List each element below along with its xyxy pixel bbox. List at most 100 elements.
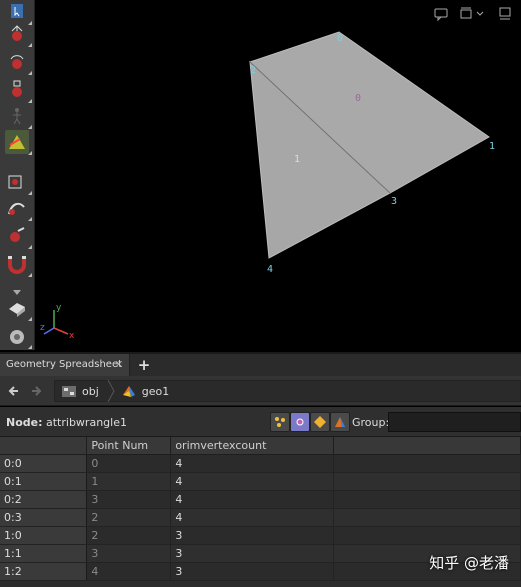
vertex-count-cell: 4 — [170, 454, 335, 473]
close-tab-icon[interactable]: × — [115, 359, 123, 370]
table-row[interactable]: 0:3 2 4 — [0, 508, 521, 527]
tool-menu-corner — [28, 273, 32, 277]
row-id: 0:2 — [0, 490, 88, 509]
primitive-label: 1 — [294, 154, 300, 165]
tool-rotate-handle[interactable] — [5, 50, 32, 75]
tool-scale-handle[interactable] — [5, 78, 32, 103]
tool-menu-corner — [28, 151, 32, 155]
node-label-prefix: Node: — [6, 416, 43, 429]
pose-icon — [13, 108, 21, 125]
empty-cell — [333, 508, 521, 527]
primitives-class-button[interactable] — [310, 412, 330, 432]
axis-gizmo: y x z — [40, 303, 75, 340]
tool-menu-corner — [28, 345, 32, 349]
display-options-icon[interactable] — [497, 6, 513, 22]
tool-move-handle[interactable] — [5, 22, 32, 47]
tool-sculpt[interactable] — [5, 224, 32, 249]
tool-menu-corner — [28, 245, 32, 249]
point-label: 1 — [489, 141, 495, 152]
tool-snapshot[interactable] — [5, 296, 32, 321]
obj-network-icon — [62, 386, 76, 397]
network-path: obj geo1 — [54, 380, 521, 402]
table-row[interactable]: 0:1 1 4 — [0, 472, 521, 491]
forward-arrow-icon[interactable] — [28, 383, 44, 399]
group-input[interactable] — [388, 412, 521, 432]
tool-pose[interactable] — [5, 104, 32, 129]
table-row[interactable]: 0:0 0 4 — [0, 454, 521, 473]
vertices-class-icon — [296, 418, 304, 426]
comment-icon[interactable] — [433, 6, 449, 22]
vertex-count-cell: 4 — [170, 490, 335, 509]
primitive-label: 0 — [355, 93, 361, 104]
vertex-count-cell: 3 — [170, 562, 335, 581]
tool-draw-curve[interactable] — [5, 196, 32, 221]
empty-cell — [333, 454, 521, 473]
vertex-count-cell: 3 — [170, 526, 335, 545]
points-class-button[interactable] — [270, 412, 290, 432]
axis-z-label: z — [40, 323, 45, 333]
sculpt-icon — [10, 227, 25, 242]
tab-label: Geometry Spreadsheet — [6, 359, 123, 370]
point-num-cell: 1 — [86, 472, 172, 491]
point-num-cell: 4 — [86, 562, 172, 581]
spreadsheet-header: Node: attribwrangle1 Group: — [0, 407, 521, 437]
row-id: 1:1 — [0, 544, 88, 563]
tab-geometry-spreadsheet[interactable]: Geometry Spreadsheet × — [0, 354, 130, 377]
camera-menu-icon[interactable] — [459, 6, 487, 22]
tool-view-tool[interactable] — [5, 170, 32, 195]
move-handle-icon — [11, 25, 23, 41]
viewport-toolbar — [433, 6, 513, 22]
group-label: Group: — [352, 416, 390, 429]
empty-cell — [333, 472, 521, 491]
vertices-class-button[interactable] — [290, 412, 310, 432]
tool-menu-corner — [28, 43, 32, 47]
row-id: 0:3 — [0, 508, 88, 527]
row-id: 1:2 — [0, 562, 88, 581]
tool-render-region[interactable] — [5, 324, 32, 349]
back-arrow-icon[interactable] — [6, 383, 22, 399]
point-label: 2 — [250, 65, 256, 76]
tool-menu-corner — [28, 317, 32, 321]
tool-menu-corner — [28, 99, 32, 103]
breadcrumb-geo1[interactable]: geo1 — [115, 381, 177, 401]
tool-menu-corner — [28, 71, 32, 75]
select-icon — [11, 4, 23, 18]
column-header-empty — [333, 437, 521, 455]
snapshot-icon — [9, 303, 25, 317]
tool-menu-corner — [28, 191, 32, 195]
rotate-handle-icon — [10, 55, 24, 69]
tool-handle-tool[interactable] — [5, 130, 32, 155]
scene-viewport[interactable]: 0 1 2 3 4 0 1 y x z — [36, 0, 521, 350]
column-header-index — [0, 437, 88, 455]
view-tool-icon — [8, 175, 22, 189]
tool-select[interactable] — [5, 0, 32, 25]
column-header-point-num[interactable]: Point Num — [86, 437, 172, 455]
breadcrumb-obj[interactable]: obj — [55, 381, 107, 401]
point-num-cell: 2 — [86, 508, 172, 527]
detail-class-button[interactable] — [330, 412, 350, 432]
watermark: 知乎 @老潘 — [429, 554, 509, 572]
point-num-cell: 0 — [86, 454, 172, 473]
geometry-scene: 0 1 2 3 4 0 1 — [249, 31, 495, 275]
row-id: 1:0 — [0, 526, 88, 545]
handle-tool-icon — [9, 135, 25, 149]
point-label: 0 — [337, 33, 343, 44]
tool-menu-corner — [28, 217, 32, 221]
table-row[interactable]: 1:0 2 3 — [0, 526, 521, 545]
breadcrumb-separator — [107, 380, 115, 402]
node-label: Node: attribwrangle1 — [6, 416, 127, 429]
scale-handle-icon — [12, 80, 22, 97]
row-id: 0:0 — [0, 454, 88, 473]
magnet-icon — [8, 256, 26, 274]
add-tab-button[interactable]: + — [136, 356, 152, 374]
tool-menu-corner — [28, 125, 32, 129]
points-class-icon — [275, 417, 285, 427]
table-row[interactable]: 0:2 3 4 — [0, 490, 521, 509]
vertex-count-cell: 4 — [170, 508, 335, 527]
path-bar: obj geo1 — [0, 376, 521, 406]
empty-cell — [333, 490, 521, 509]
row-id: 0:1 — [0, 472, 88, 491]
column-header-orimvertexcount[interactable]: orimvertexcount — [170, 437, 335, 455]
breadcrumb-label: obj — [82, 384, 99, 398]
tool-magnet[interactable] — [5, 252, 32, 277]
